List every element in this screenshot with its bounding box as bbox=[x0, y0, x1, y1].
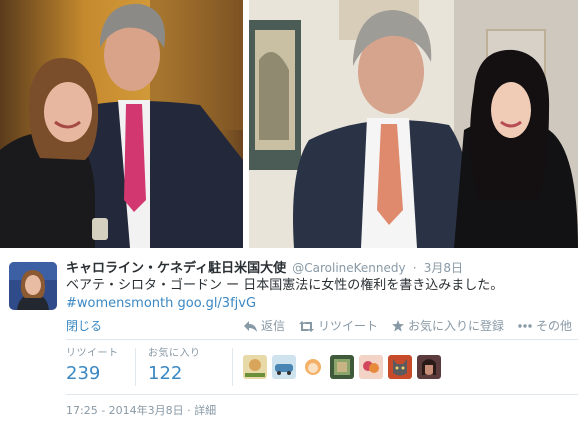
favoriter-avatar[interactable] bbox=[417, 355, 441, 379]
avatar-image bbox=[301, 355, 325, 379]
tweet-text-links: #womensmonth goo.gl/3fjvG bbox=[66, 295, 256, 313]
divider bbox=[66, 394, 578, 395]
tweet-meta: 17:25 - 2014年3月8日 · 詳細 bbox=[66, 404, 216, 418]
tweet-datetime: 17:25 - 2014年3月8日 bbox=[66, 404, 184, 417]
media-photo-right[interactable] bbox=[249, 0, 578, 248]
tweet-media[interactable] bbox=[0, 0, 578, 248]
avatar-image bbox=[388, 355, 412, 379]
header-separator: · bbox=[412, 261, 417, 275]
photo-portrait-image bbox=[249, 0, 578, 248]
more-label: その他 bbox=[535, 319, 572, 333]
retweet-button[interactable]: リツイート bbox=[298, 318, 378, 334]
details-link[interactable]: 詳細 bbox=[194, 404, 216, 417]
avatar-image bbox=[330, 355, 354, 379]
user-handle[interactable]: @CarolineKennedy bbox=[292, 261, 405, 275]
favoriter-avatar[interactable] bbox=[359, 355, 383, 379]
favoriters-avatars bbox=[243, 355, 446, 379]
avatar-image bbox=[359, 355, 383, 379]
stat-separator bbox=[232, 348, 233, 386]
favorite-button[interactable]: お気に入りに登録 bbox=[391, 318, 504, 334]
favoriter-avatar[interactable] bbox=[243, 355, 267, 379]
avatar-image bbox=[9, 262, 57, 310]
retweets-label: リツイート bbox=[66, 348, 119, 359]
user-fullname[interactable]: キャロライン・ケネディ駐日米国大使 bbox=[66, 261, 286, 276]
favorites-value: 122 bbox=[148, 363, 183, 384]
favoriter-avatar[interactable] bbox=[388, 355, 412, 379]
star-icon bbox=[391, 320, 404, 332]
favorite-label: お気に入りに登録 bbox=[407, 319, 504, 333]
avatar-image bbox=[243, 355, 267, 379]
divider bbox=[66, 339, 578, 340]
tweet-timestamp[interactable]: 3月8日 bbox=[424, 261, 463, 275]
collapse-button[interactable]: 閉じる bbox=[66, 318, 102, 334]
tweet-container: キャロライン・ケネディ駐日米国大使 @CarolineKennedy · 3月8… bbox=[0, 248, 578, 425]
favorites-label: お気に入り bbox=[148, 348, 201, 359]
retweet-label: リツイート bbox=[317, 319, 378, 333]
retweet-icon bbox=[298, 320, 314, 332]
tweet-header: キャロライン・ケネディ駐日米国大使 @CarolineKennedy · 3月8… bbox=[66, 259, 463, 278]
favoriter-avatar[interactable] bbox=[272, 355, 296, 379]
stat-separator bbox=[135, 348, 136, 386]
favorite-count-stat[interactable]: お気に入り 122 bbox=[148, 348, 201, 386]
retweet-count-stat[interactable]: リツイート 239 bbox=[66, 348, 119, 386]
reply-label: 返信 bbox=[260, 319, 285, 333]
tweet-actions: 返信 リツイート お気に入りに登録 その他 bbox=[230, 318, 572, 334]
more-button[interactable]: その他 bbox=[518, 318, 572, 334]
avatar[interactable] bbox=[9, 262, 57, 310]
favoriter-avatar[interactable] bbox=[330, 355, 354, 379]
more-dots-icon bbox=[518, 324, 532, 328]
url-link[interactable]: goo.gl/3fjvG bbox=[178, 296, 257, 311]
favoriter-avatar[interactable] bbox=[301, 355, 325, 379]
retweets-value: 239 bbox=[66, 363, 101, 384]
tweet-text: ベアテ・シロタ・ゴードン ー 日本国憲法に女性の権利を書き込みました。 bbox=[66, 278, 504, 293]
avatar-image bbox=[417, 355, 441, 379]
reply-button[interactable]: 返信 bbox=[243, 318, 285, 334]
reply-arrow-icon bbox=[243, 320, 257, 332]
media-photo-left[interactable] bbox=[0, 0, 243, 248]
meta-separator: · bbox=[187, 404, 191, 417]
photo-embrace-image bbox=[0, 0, 243, 248]
hashtag-link[interactable]: #womensmonth bbox=[66, 296, 173, 311]
avatar-image bbox=[272, 355, 296, 379]
